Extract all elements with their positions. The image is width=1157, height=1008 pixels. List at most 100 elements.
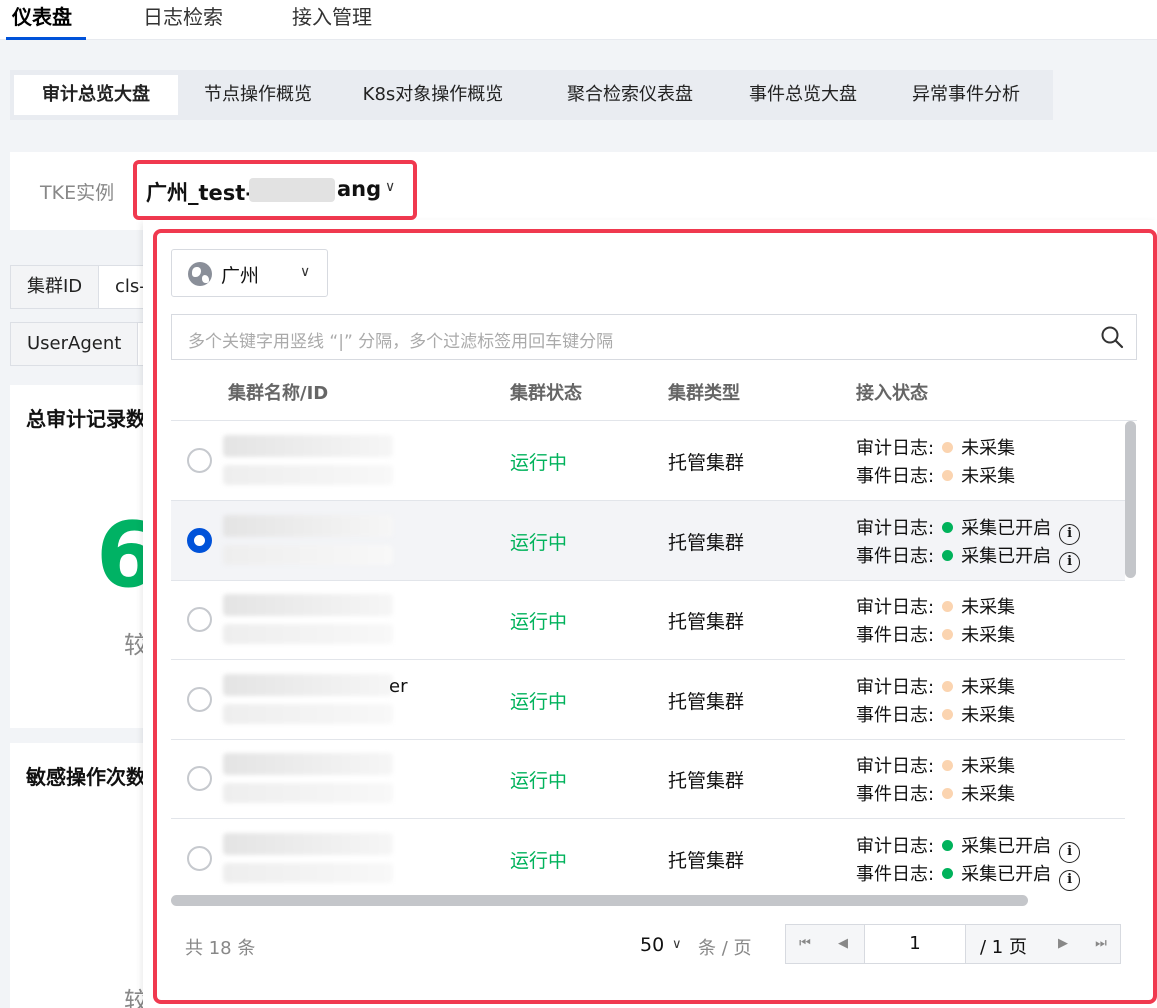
info-icon[interactable]: i [1059,551,1081,573]
event-log-value: 未采集 [961,784,1016,805]
tke-select-value-suffix: ang [337,177,382,201]
status-dot [942,601,954,612]
event-log-value: 采集已开启 [961,863,1052,885]
subtab-audit-overview[interactable]: 审计总览大盘 [14,75,178,115]
audit-log-label: 审计日志: [856,517,935,539]
subtab-k8s-object-ops[interactable]: K8s对象操作概览 [340,75,526,115]
event-log-label: 事件日志: [856,704,935,726]
event-log-status: 事件日志: 未采集 [856,621,1015,647]
filter-value: cls- [115,276,146,297]
tab-dashboard[interactable]: 仪表盘 [6,2,86,40]
redacted-text [249,178,335,202]
cluster-status: 运行中 [510,690,568,713]
subtab-event-overview[interactable]: 事件总览大盘 [728,75,878,115]
tab-access-management[interactable]: 接入管理 [292,2,372,38]
status-dot [942,629,954,640]
page-size-unit: 条 / 页 [698,938,752,959]
tab-log-search[interactable]: 日志检索 [143,2,223,38]
col-cluster-status: 集群状态 [510,383,582,404]
cluster-status: 运行中 [510,611,568,633]
row-radio[interactable] [187,607,212,632]
search-icon[interactable] [1100,325,1124,349]
tke-instance-select[interactable]: 广州_test- ang ∨ [133,160,417,220]
redacted-cluster-id [223,862,393,883]
audit-log-status: 审计日志: 未采集 [856,593,1015,619]
redacted-cluster-name [223,594,393,616]
page-number-input[interactable]: 1 [864,925,966,963]
next-page-icon[interactable]: ▶ [1044,925,1082,963]
filter-cluster-id[interactable]: 集群ID cls- [10,265,150,309]
filter-key: UserAgent [11,323,139,365]
table-row[interactable]: 运行中 托管集群 审计日志: 未采集 事件日志: 未采集 [171,580,1125,660]
status-dot [942,470,954,481]
first-page-icon[interactable]: ⏮ [786,925,824,963]
region-value: 广州 [221,265,260,287]
card-total-audit-records: 总审计记录数 6 较 [10,385,159,728]
prev-page-icon[interactable]: ◀ [824,925,862,963]
cluster-status: 运行中 [510,849,568,872]
subtab-aggregate-search[interactable]: 聚合检索仪表盘 [540,75,720,115]
col-cluster-name: 集群名称/ID [228,383,329,404]
cluster-status: 运行中 [510,452,568,474]
col-cluster-type: 集群类型 [668,383,740,404]
last-page-icon[interactable]: ⏭ [1082,925,1120,963]
info-icon[interactable]: i [1059,869,1081,891]
audit-log-value: 采集已开启 [961,517,1052,539]
audit-log-status: 审计日志: 未采集 [856,434,1015,460]
cluster-type: 托管集群 [668,452,745,474]
table-row[interactable]: 运行中 托管集群 审计日志: 采集已开启 i 事件日志: 采集已开启 i [171,500,1125,581]
cluster-type: 托管集群 [668,531,745,554]
table-row[interactable]: 运行中 托管集群 审计日志: 采集已开启 i 事件日志: 采集已开启 i [171,819,1125,896]
cluster-type: 托管集群 [668,690,745,713]
audit-log-status: 审计日志: 未采集 [856,673,1015,699]
event-log-label: 事件日志: [856,545,935,567]
row-radio[interactable] [187,527,212,553]
event-log-status: 事件日志: 未采集 [856,701,1015,727]
chevron-down-icon: ∨ [385,179,396,195]
event-log-status: 事件日志: 采集已开启 i [856,860,1081,891]
pager: ⏮ ◀ 1 / 1 页 ▶ ⏭ [785,924,1121,964]
redacted-cluster-name [223,832,393,855]
subtab-node-ops[interactable]: 节点操作概览 [182,75,334,115]
redacted-cluster-id [223,544,393,565]
card-sensitive-ops: 敏感操作次数 较 [10,743,150,1008]
status-dot [942,521,954,533]
audit-log-status: 审计日志: 采集已开启 i [856,514,1081,545]
cluster-search-input[interactable]: 多个关键字用竖线 “|” 分隔，多个过滤标签用回车键分隔 [171,314,1137,360]
audit-log-status: 审计日志: 未采集 [856,752,1015,778]
redacted-cluster-id [223,624,393,644]
row-radio[interactable] [187,766,212,791]
table-row[interactable]: 运行中 托管集群 审计日志: 未采集 事件日志: 未采集 [171,739,1125,819]
filter-user-agent[interactable]: UserAgent [10,322,150,366]
table-row[interactable]: 运行中 托管集群 审计日志: 未采集 事件日志: 未采集 [171,421,1125,501]
event-log-value: 未采集 [961,466,1016,487]
vertical-scrollbar-thumb[interactable] [1125,421,1136,578]
row-radio[interactable] [187,448,212,473]
chevron-down-icon[interactable]: ∨ [672,937,682,952]
event-log-value: 未采集 [961,704,1016,726]
redacted-cluster-name [223,435,393,457]
cluster-table-body: 运行中 托管集群 审计日志: 未采集 事件日志: 未采集 运行中 托管集群 审计日志: 采集已开启… [171,421,1125,895]
total-count: 共 18 条 [185,938,256,959]
event-log-status: 事件日志: 未采集 [856,780,1015,806]
status-dot [942,708,954,720]
row-radio[interactable] [187,686,212,712]
event-log-label: 事件日志: [856,863,935,885]
card-title: 敏感操作次数 [26,765,146,789]
top-nav: 仪表盘 日志检索 接入管理 [0,0,1157,40]
subtab-anomaly-analysis[interactable]: 异常事件分析 [890,75,1042,115]
cluster-type: 托管集群 [668,611,745,633]
cluster-name-fragment: er [389,675,408,697]
page-size-select[interactable]: 50 [640,934,664,956]
horizontal-scrollbar-thumb[interactable] [171,895,1028,906]
event-log-value: 采集已开启 [961,545,1052,567]
status-dot [942,442,954,453]
redacted-cluster-id [223,703,393,724]
row-radio[interactable] [187,845,212,871]
table-row[interactable]: er 运行中 托管集群 审计日志: 未采集事件日志: 未采集 [171,660,1125,740]
audit-log-label: 审计日志: [856,597,935,618]
event-log-value: 未采集 [961,625,1016,646]
redacted-cluster-name [223,514,393,537]
event-log-status: 事件日志: 未采集 [856,462,1015,488]
region-select[interactable]: 广州 ∨ [171,249,328,297]
